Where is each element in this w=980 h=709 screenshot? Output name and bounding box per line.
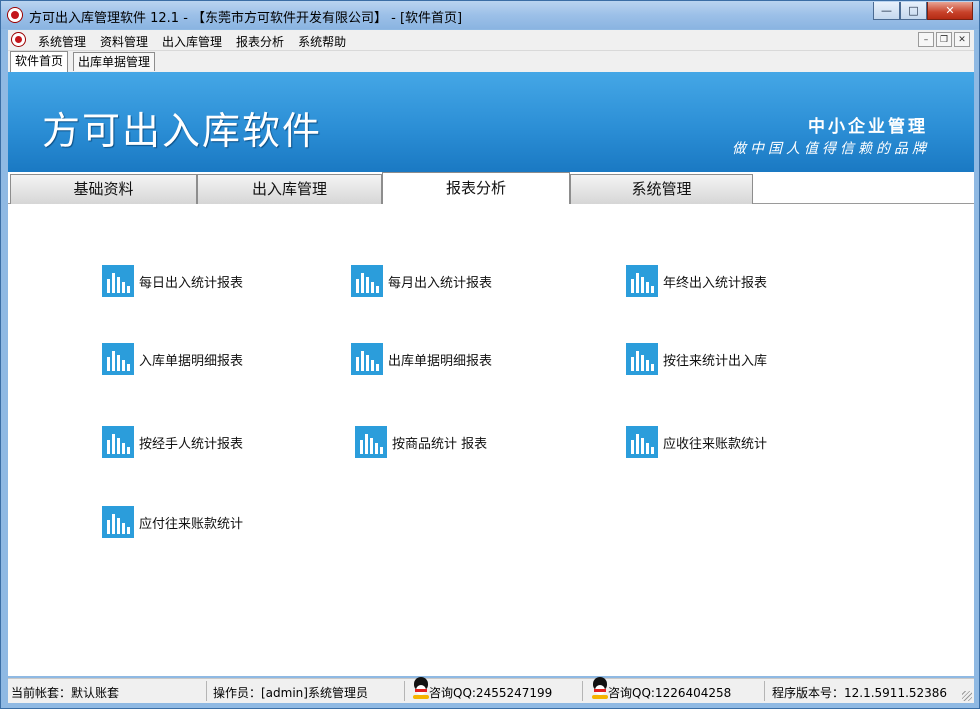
doc-tab-home[interactable]: 软件首页 <box>10 51 69 72</box>
report-receivables[interactable]: 应收往来账款统计 <box>626 426 767 458</box>
status-bar: 当前帐套：默认账套 操作员：[admin]系统管理员 咨询QQ:24552471… <box>8 677 974 703</box>
report-label: 按商品统计 报表 <box>392 436 488 452</box>
banner: 方可出入库软件 中小企业管理 做中国人值得信赖的品牌 <box>8 72 974 172</box>
status-account: 当前帐套：默认账套 <box>11 686 120 700</box>
qq-penguin-icon[interactable] <box>412 677 430 699</box>
bar-chart-icon <box>102 426 134 458</box>
report-yearly[interactable]: 年终出入统计报表 <box>626 265 767 297</box>
menu-system[interactable]: 系统管理 <box>38 33 86 50</box>
report-daily[interactable]: 每日出入统计报表 <box>102 265 243 297</box>
menu-reports[interactable]: 报表分析 <box>236 33 284 50</box>
status-operator: 操作员：[admin]系统管理员 <box>213 686 368 700</box>
window-title: 方可出入库管理软件 12.1 - 【东莞市方可软件开发有限公司】 - [软件首页… <box>29 11 463 26</box>
report-payables[interactable]: 应付往来账款统计 <box>102 506 243 538</box>
app-window: 方可出入库管理软件 12.1 - 【东莞市方可软件开发有限公司】 - [软件首页… <box>0 0 980 709</box>
tab-basic-data[interactable]: 基础资料 <box>10 174 197 204</box>
bar-chart-icon <box>351 343 383 375</box>
mdi-minimize-button[interactable]: – <box>918 32 934 47</box>
report-inbound-detail[interactable]: 入库单据明细报表 <box>102 343 243 375</box>
banner-subtitle: 中小企业管理 <box>808 117 928 137</box>
status-divider <box>764 681 765 701</box>
menu-data[interactable]: 资料管理 <box>100 33 148 50</box>
app-logo-icon[interactable] <box>8 8 22 22</box>
report-label: 每日出入统计报表 <box>139 275 244 291</box>
report-label: 出库单据明细报表 <box>388 353 493 369</box>
resize-grip[interactable] <box>962 691 972 701</box>
bar-chart-icon <box>626 265 658 297</box>
main-content: 方可出入库软件 中小企业管理 做中国人值得信赖的品牌 基础资料 出入库管理 报表… <box>8 72 974 676</box>
mdi-controls: – ❐ ✕ <box>918 32 970 47</box>
module-tabs: 基础资料 出入库管理 报表分析 系统管理 <box>8 172 974 205</box>
mdi-close-button[interactable]: ✕ <box>954 32 970 47</box>
status-divider <box>404 681 405 701</box>
report-panel: 每日出入统计报表 每月出入统计报表 年终出入统计报表 入库单据明细报表 出库单据… <box>8 204 974 676</box>
maximize-button[interactable]: □ <box>900 2 927 20</box>
report-label: 年终出入统计报表 <box>663 275 768 291</box>
report-by-handler[interactable]: 按经手人统计报表 <box>102 426 243 458</box>
status-divider <box>582 681 583 701</box>
report-label: 按经手人统计报表 <box>139 436 244 452</box>
menu-items: 系统管理 资料管理 出入库管理 报表分析 系统帮助 <box>38 33 360 50</box>
qq-penguin-icon[interactable] <box>591 677 609 699</box>
report-by-partner[interactable]: 按往来统计出入库 <box>626 343 767 375</box>
menu-stock[interactable]: 出入库管理 <box>162 33 222 50</box>
report-label: 应付往来账款统计 <box>139 516 244 532</box>
report-label: 入库单据明细报表 <box>139 353 244 369</box>
tab-system-management[interactable]: 系统管理 <box>570 174 753 204</box>
banner-slogan: 做中国人值得信赖的品牌 <box>732 141 930 157</box>
title-bar[interactable]: 方可出入库管理软件 12.1 - 【东莞市方可软件开发有限公司】 - [软件首页… <box>1 1 979 29</box>
report-label: 应收往来账款统计 <box>663 436 768 452</box>
bar-chart-icon <box>102 265 134 297</box>
bar-chart-icon <box>351 265 383 297</box>
tab-reports[interactable]: 报表分析 <box>382 172 570 205</box>
tab-stock-management[interactable]: 出入库管理 <box>197 174 382 204</box>
mdi-restore-button[interactable]: ❐ <box>936 32 952 47</box>
close-button[interactable]: ✕ <box>927 2 973 20</box>
report-by-product[interactable]: 按商品统计 报表 <box>355 426 487 458</box>
report-outbound-detail[interactable]: 出库单据明细报表 <box>351 343 492 375</box>
bar-chart-icon <box>102 506 134 538</box>
bar-chart-icon <box>626 426 658 458</box>
doc-tab-outbound[interactable]: 出库单据管理 <box>73 52 156 71</box>
menu-help[interactable]: 系统帮助 <box>298 33 346 50</box>
bar-chart-icon <box>355 426 387 458</box>
menu-bar: 系统管理 资料管理 出入库管理 报表分析 系统帮助 – ❐ ✕ <box>8 30 974 51</box>
window-controls: — □ ✕ <box>873 2 973 20</box>
bar-chart-icon <box>102 343 134 375</box>
document-tabs: 软件首页 出库单据管理 <box>8 51 974 72</box>
app-menu-icon[interactable] <box>12 33 25 46</box>
minimize-button[interactable]: — <box>873 2 900 20</box>
banner-title: 方可出入库软件 <box>42 109 323 153</box>
status-qq-1[interactable]: 咨询QQ:2455247199 <box>429 684 552 701</box>
report-monthly[interactable]: 每月出入统计报表 <box>351 265 492 297</box>
report-label: 每月出入统计报表 <box>388 275 493 291</box>
status-qq-2[interactable]: 咨询QQ:1226404258 <box>608 684 731 701</box>
bar-chart-icon <box>626 343 658 375</box>
status-divider <box>206 681 207 701</box>
report-label: 按往来统计出入库 <box>663 353 768 369</box>
status-version: 程序版本号：12.1.5911.52386 <box>772 686 948 700</box>
